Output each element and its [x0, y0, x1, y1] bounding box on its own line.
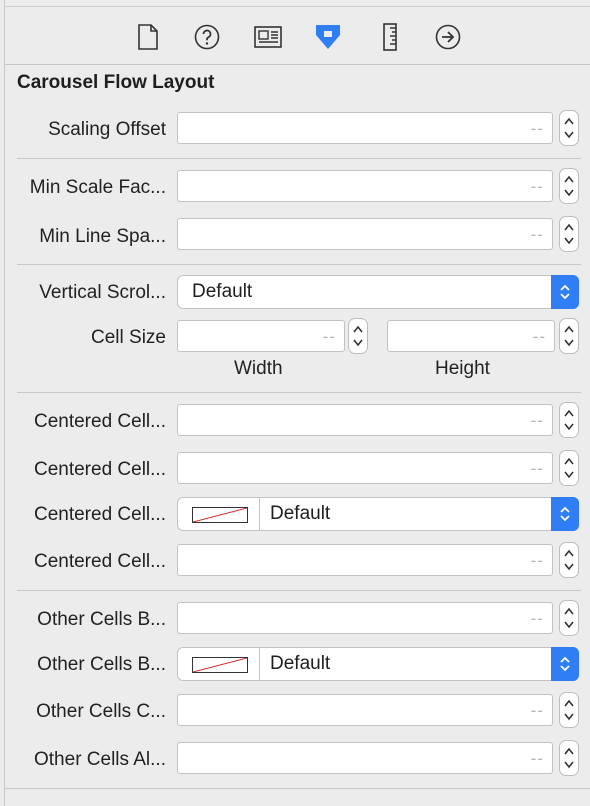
color-swatch-icon[interactable] — [192, 657, 248, 673]
centered-cell-4-field[interactable]: -- — [177, 544, 553, 576]
min-line-spacing-label: Min Line Spa... — [39, 226, 166, 247]
centered-cell-1-value: -- — [530, 411, 544, 430]
other-cells-1-stepper[interactable] — [559, 600, 579, 636]
attributes-inspector-icon[interactable] — [311, 20, 345, 54]
cell-size-height-label: Height — [435, 358, 490, 379]
centered-cell-4-value: -- — [530, 551, 544, 570]
other-cells-2-value: Default — [270, 653, 331, 674]
cell-size-width-stepper[interactable] — [348, 318, 368, 354]
min-line-spacing-stepper[interactable] — [559, 216, 579, 252]
separator — [17, 392, 581, 393]
other-cells-2-label: Other Cells B... — [37, 654, 166, 675]
centered-cell-4-stepper[interactable] — [559, 542, 579, 578]
min-line-spacing-value: -- — [530, 225, 544, 244]
cell-size-width-field[interactable]: -- — [177, 320, 345, 352]
other-cells-1-label: Other Cells B... — [37, 609, 166, 630]
section-title: Carousel Flow Layout — [17, 72, 215, 93]
other-cells-3-label: Other Cells C... — [36, 701, 166, 722]
vertical-scroll-label: Vertical Scrol... — [39, 282, 166, 303]
separator — [17, 264, 581, 265]
centered-cell-2-value: -- — [530, 459, 544, 478]
other-cells-4-stepper[interactable] — [559, 740, 579, 776]
bottom-divider — [5, 788, 590, 789]
identity-inspector-icon[interactable] — [251, 20, 285, 54]
quick-help-icon[interactable] — [190, 20, 224, 54]
min-scale-factor-label: Min Scale Fac... — [29, 177, 166, 198]
other-cells-3-value: -- — [530, 701, 544, 720]
scaling-offset-stepper[interactable] — [559, 110, 579, 146]
connections-inspector-icon[interactable] — [431, 20, 465, 54]
scaling-offset-value: -- — [530, 119, 544, 138]
centered-cell-3-color-select[interactable]: Default — [177, 497, 579, 531]
size-inspector-icon[interactable] — [373, 20, 407, 54]
centered-cell-2-field[interactable]: -- — [177, 452, 553, 484]
other-cells-4-field[interactable]: -- — [177, 742, 553, 774]
other-cells-4-value: -- — [530, 749, 544, 768]
centered-cell-1-label: Centered Cell... — [33, 411, 166, 432]
min-line-spacing-field[interactable]: -- — [177, 218, 553, 250]
centered-cell-3-label: Centered Cell... — [33, 504, 166, 525]
cell-size-label: Cell Size — [91, 327, 166, 348]
other-cells-1-value: -- — [530, 609, 544, 628]
other-cells-3-stepper[interactable] — [559, 692, 579, 728]
min-scale-factor-field[interactable]: -- — [177, 170, 553, 202]
select-arrow-icon — [551, 647, 579, 681]
other-cells-2-color-select[interactable]: Default — [177, 647, 579, 681]
min-scale-factor-stepper[interactable] — [559, 168, 579, 204]
min-scale-factor-value: -- — [530, 177, 544, 196]
other-cells-1-field[interactable]: -- — [177, 602, 553, 634]
color-divider — [259, 648, 260, 680]
cell-size-height-stepper[interactable] — [559, 318, 579, 354]
vertical-scroll-select[interactable]: Default — [177, 275, 579, 309]
centered-cell-1-field[interactable]: -- — [177, 404, 553, 436]
cell-size-width-value: -- — [322, 327, 336, 346]
centered-cell-4-label: Centered Cell... — [33, 551, 166, 572]
centered-cell-2-stepper[interactable] — [559, 450, 579, 486]
scaling-offset-label: Scaling Offset — [48, 119, 166, 140]
centered-cell-2-label: Centered Cell... — [33, 459, 166, 480]
centered-cell-3-value: Default — [270, 503, 331, 524]
color-divider — [259, 498, 260, 530]
separator — [17, 158, 581, 159]
cell-size-height-value: -- — [532, 327, 546, 346]
separator — [17, 590, 581, 591]
color-swatch-icon[interactable] — [192, 507, 248, 523]
file-inspector-icon[interactable] — [131, 20, 165, 54]
select-arrow-icon — [551, 275, 579, 309]
cell-size-width-label: Width — [234, 358, 283, 379]
cell-size-height-field[interactable]: -- — [387, 320, 555, 352]
other-cells-3-field[interactable]: -- — [177, 694, 553, 726]
other-cells-4-label: Other Cells Al... — [34, 749, 166, 770]
vertical-scroll-value: Default — [192, 281, 253, 302]
select-arrow-icon — [551, 497, 579, 531]
attributes-inspector-panel: Carousel Flow Layout Scaling Offset -- M… — [4, 0, 590, 806]
centered-cell-1-stepper[interactable] — [559, 402, 579, 438]
inspector-toolbar — [5, 6, 590, 65]
scaling-offset-field[interactable]: -- — [177, 112, 553, 144]
